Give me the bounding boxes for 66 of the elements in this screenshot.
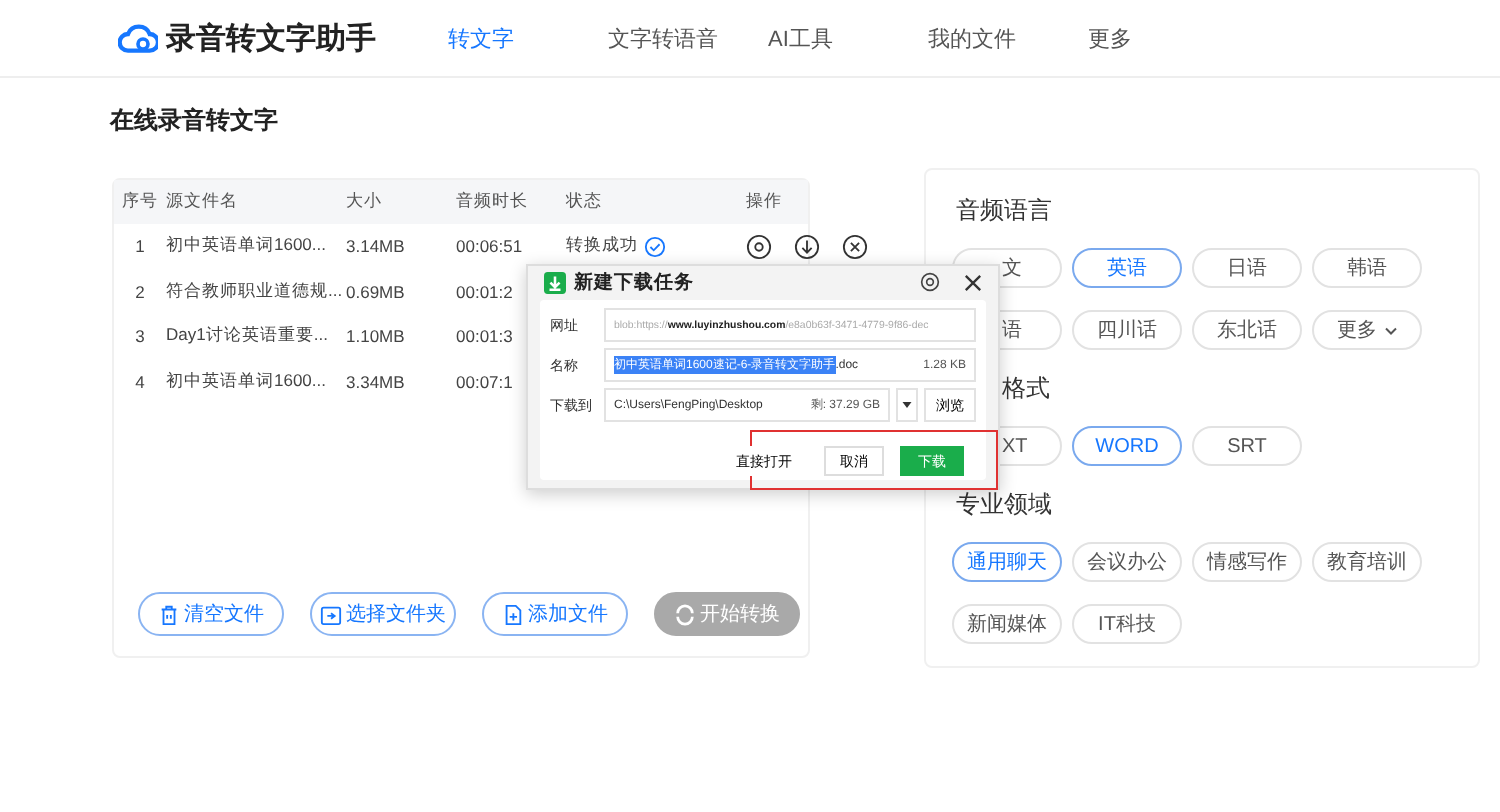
convert-icon xyxy=(674,603,696,625)
section-title: 专业领域 xyxy=(956,490,1054,518)
app-title: 录音转文字助手 xyxy=(166,19,376,57)
nav-tab[interactable]: 更多 xyxy=(1088,23,1248,53)
nav-tab[interactable]: 文字转语音 xyxy=(608,23,768,53)
table-cell-text: 符合教师职业道德规... xyxy=(166,279,345,304)
delete-icon[interactable] xyxy=(842,233,868,260)
table-cell-text: Day1讨论英语重要... xyxy=(166,324,330,349)
caret-icon xyxy=(902,402,912,408)
view-icon[interactable] xyxy=(746,233,772,260)
option-chip[interactable]: 英语 xyxy=(1072,248,1182,288)
table-cell-text: 1 xyxy=(133,236,147,257)
table-cell-text: 4 xyxy=(133,371,147,392)
table-cell-text: 初中英语单词1600... xyxy=(166,234,328,259)
page-title: 在线录音转文字 xyxy=(110,104,280,138)
section-title: 格式 xyxy=(1002,374,1052,402)
nav-tab[interactable]: 转文字 xyxy=(448,23,608,53)
column-header: 状态 xyxy=(566,190,604,214)
option-chip[interactable]: WORD xyxy=(1072,426,1182,466)
folder-icon xyxy=(320,603,342,625)
option-chip[interactable]: 日语 xyxy=(1192,248,1302,288)
table-cell-text: 3.34MB xyxy=(346,371,407,392)
table-cell: 00:01:2 xyxy=(456,281,513,302)
download-app-icon xyxy=(544,271,566,293)
action-button[interactable]: 添加文件 xyxy=(482,592,628,636)
option-chip[interactable]: 情感写作 xyxy=(1192,542,1302,582)
option-chip[interactable]: IT科技 xyxy=(1072,604,1182,644)
column-header: 大小 xyxy=(346,190,384,214)
download-icon[interactable] xyxy=(794,233,820,260)
table-cell-text: 0.69MB xyxy=(346,281,407,302)
column-header: 音频时长 xyxy=(456,190,530,214)
option-chip[interactable]: 东北话 xyxy=(1192,310,1302,350)
table-cell: 00:01:3 xyxy=(456,326,513,347)
file-icon xyxy=(502,603,524,625)
dropdown-button[interactable] xyxy=(896,388,918,422)
option-chip[interactable]: 更多 xyxy=(1312,310,1422,350)
table-cell-text: 2 xyxy=(133,281,147,302)
cloud-logo-icon xyxy=(118,23,158,53)
table-cell-text: 1.10MB xyxy=(346,326,407,347)
table-cell: 00:06:51 xyxy=(456,236,523,257)
table-cell-text: 3.14MB xyxy=(346,236,407,257)
option-chip[interactable]: 韩语 xyxy=(1312,248,1422,288)
action-button[interactable]: 清空文件 xyxy=(138,592,284,636)
option-chip[interactable]: 通用聊天 xyxy=(952,542,1062,582)
option-chip[interactable]: 四川话 xyxy=(1072,310,1182,350)
trash-icon xyxy=(158,603,180,625)
nav-tab[interactable]: AI工具 xyxy=(768,23,928,53)
option-chip[interactable]: 会议办公 xyxy=(1072,542,1182,582)
table-cell: 00:07:1 xyxy=(456,371,513,392)
settings-icon[interactable] xyxy=(920,272,940,292)
option-chip[interactable]: SRT xyxy=(1192,426,1302,466)
option-chip[interactable]: 教育培训 xyxy=(1312,542,1422,582)
table-cell-text: 初中英语单词1600... xyxy=(166,369,328,394)
column-header: 操作 xyxy=(746,190,784,214)
action-button[interactable]: 选择文件夹 xyxy=(310,592,456,636)
table-cell-text: 3 xyxy=(133,326,147,347)
close-icon[interactable] xyxy=(964,273,982,291)
chevron-down-icon xyxy=(1383,325,1397,335)
nav-tab[interactable]: 我的文件 xyxy=(928,23,1088,53)
column-header: 源文件名 xyxy=(166,190,240,214)
column-header: 序号 xyxy=(120,190,160,214)
check-circle-icon xyxy=(644,235,666,258)
option-chip[interactable]: 新闻媒体 xyxy=(952,604,1062,644)
section-title: 音频语言 xyxy=(956,196,1054,224)
dialog-title: 新建下载任务 xyxy=(574,269,696,295)
status-text: 转换成功 xyxy=(566,234,638,259)
